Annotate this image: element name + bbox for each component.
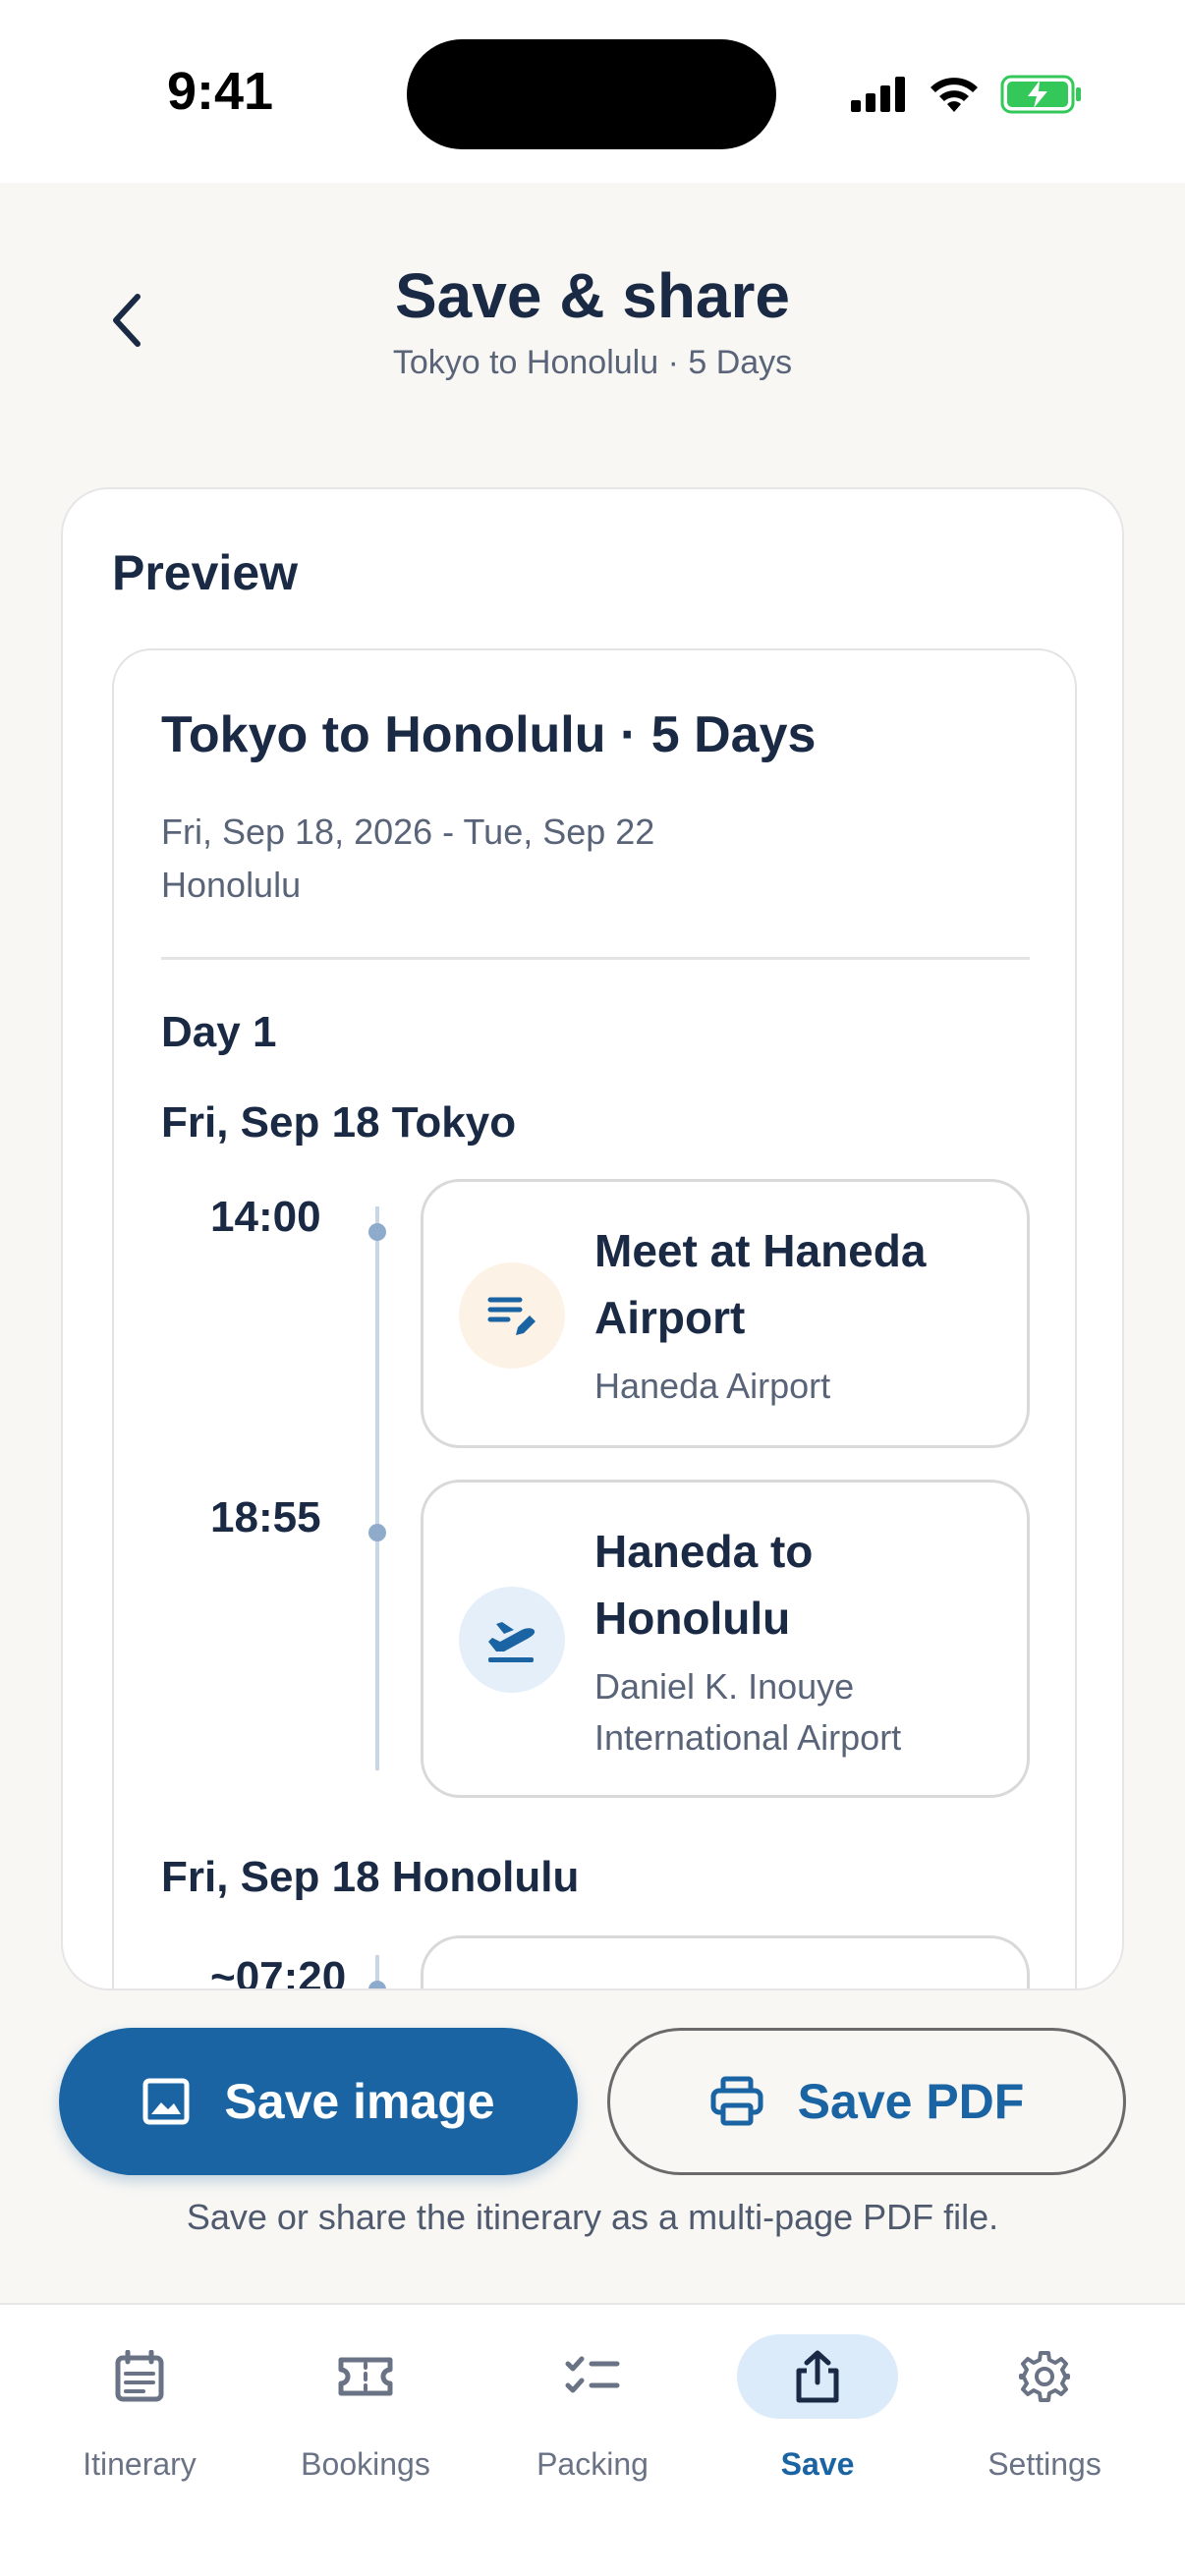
dynamic-island — [407, 39, 776, 149]
signal-icon — [851, 77, 905, 112]
event-time: ~07:20 — [210, 1953, 347, 1990]
tab-label: Bookings — [301, 2446, 430, 2482]
tab-bookings[interactable]: Bookings — [257, 2334, 474, 2531]
page-subtitle: Tokyo to Honolulu · 5 Days — [392, 344, 793, 381]
event-title: Meet at Haneda Airport — [594, 1225, 927, 1343]
section-heading: Fri, Sep 18 Honolulu — [161, 1853, 580, 1901]
tab-label: Packing — [536, 2446, 649, 2482]
timeline-dot — [368, 1981, 386, 1988]
timeline-dot — [368, 1223, 386, 1241]
tab-itinerary[interactable]: Itinerary — [31, 2334, 248, 2531]
ticket-icon — [338, 2357, 393, 2396]
battery-charging-icon — [1000, 75, 1081, 114]
save-pdf-label: Save PDF — [797, 2074, 1025, 2129]
save-image-button[interactable]: Save image — [59, 2028, 578, 2175]
tab-settings[interactable]: Settings — [936, 2334, 1153, 2531]
tab-icon-container — [285, 2334, 446, 2419]
event-title: Haneda to Honolulu — [594, 1526, 814, 1644]
tab-packing[interactable]: Packing — [484, 2334, 701, 2531]
event-time: 18:55 — [210, 1493, 321, 1541]
event-card[interactable]: Haneda to Honolulu Daniel K. Inouye Inte… — [421, 1480, 1030, 1798]
doc-dates: Fri, Sep 18, 2026 - Tue, Sep 22 — [161, 812, 655, 852]
day-label: Day 1 — [161, 1008, 277, 1056]
divider — [161, 957, 1030, 960]
status-icons — [851, 71, 1083, 118]
page-title: Save & share — [394, 260, 791, 331]
event-subtitle: Daniel K. Inouye International Airport — [594, 1666, 902, 1758]
doc-place: Honolulu — [161, 865, 302, 905]
event-time: 14:00 — [210, 1193, 321, 1241]
event-card[interactable] — [421, 1935, 1030, 1988]
itinerary-document-preview: Tokyo to Honolulu · 5 Days Fri, Sep 18, … — [112, 648, 1077, 1990]
share-icon — [796, 2350, 839, 2403]
tab-label: Save — [780, 2446, 855, 2482]
tab-save[interactable]: Save — [709, 2334, 926, 2531]
gear-icon — [1019, 2351, 1070, 2402]
section-heading: Fri, Sep 18 Tokyo — [161, 1098, 517, 1147]
status-time: 9:41 — [167, 62, 274, 121]
printer-icon — [710, 2076, 763, 2126]
tab-label: Itinerary — [83, 2446, 197, 2482]
tab-icon-container — [964, 2334, 1125, 2419]
save-pdf-button[interactable]: Save PDF — [607, 2028, 1126, 2175]
tab-icon-container — [737, 2334, 898, 2419]
event-card[interactable]: Meet at Haneda Airport Haneda Airport — [421, 1179, 1030, 1448]
timeline-line — [375, 1206, 379, 1770]
calendar-icon — [115, 2350, 164, 2402]
header: Save & share Tokyo to Honolulu · 5 Days — [0, 183, 1185, 438]
status-bar: 9:41 — [0, 0, 1185, 183]
preview-card[interactable]: Preview Tokyo to Honolulu · 5 Days Fri, … — [61, 487, 1124, 1990]
image-icon — [142, 2078, 190, 2125]
timeline-dot — [368, 1524, 386, 1541]
save-image-label: Save image — [224, 2074, 495, 2129]
plane-departure-icon — [459, 1587, 565, 1693]
save-hint-text: Save or share the itinerary as a multi-p… — [186, 2197, 999, 2237]
event-subtitle: Haneda Airport — [594, 1366, 831, 1406]
preview-label: Preview — [112, 545, 299, 600]
wifi-icon — [931, 78, 978, 112]
tab-icon-container — [59, 2334, 220, 2419]
doc-title: Tokyo to Honolulu · 5 Days — [161, 706, 817, 763]
checklist-icon — [565, 2356, 620, 2393]
note-edit-icon — [459, 1262, 565, 1369]
tab-label: Settings — [988, 2446, 1101, 2482]
tab-bar: Itinerary Bookings Packing Save Settings — [0, 2303, 1185, 2576]
tab-icon-container — [512, 2334, 673, 2419]
